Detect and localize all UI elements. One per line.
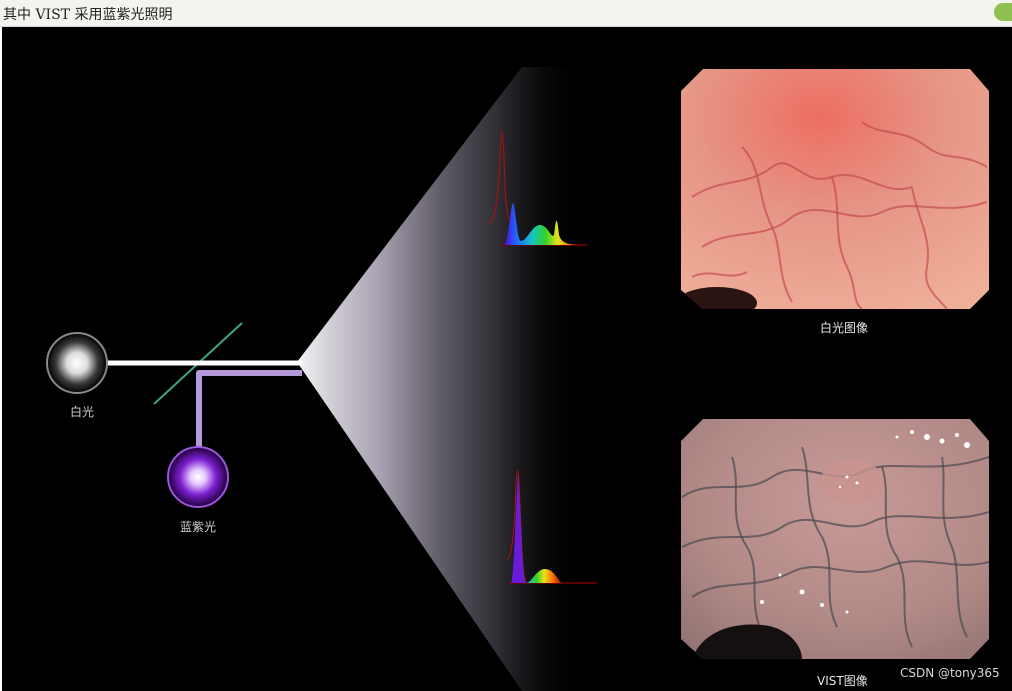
vist-image [681, 419, 989, 659]
light-cone [297, 67, 582, 691]
white-light-image-label: 白光图像 [820, 321, 869, 335]
page-caption: 其中 VIST 采用蓝紫光照明 [3, 7, 173, 23]
header-bar: 其中 VIST 采用蓝紫光照明 [0, 0, 1012, 27]
vist-image-label: VIST图像 [817, 674, 868, 688]
white-light-label: 白光 [70, 405, 95, 419]
status-dot-icon [994, 3, 1012, 21]
white-light-image [681, 69, 989, 309]
blue-violet-light-label: 蓝紫光 [180, 520, 217, 534]
illumination-diagram: 白光 蓝紫光 白光图像 VIST图像 CSDN @tony365 [2, 27, 1012, 691]
watermark: CSDN @tony365 [900, 666, 1000, 680]
diagram-graphics [46, 67, 989, 691]
